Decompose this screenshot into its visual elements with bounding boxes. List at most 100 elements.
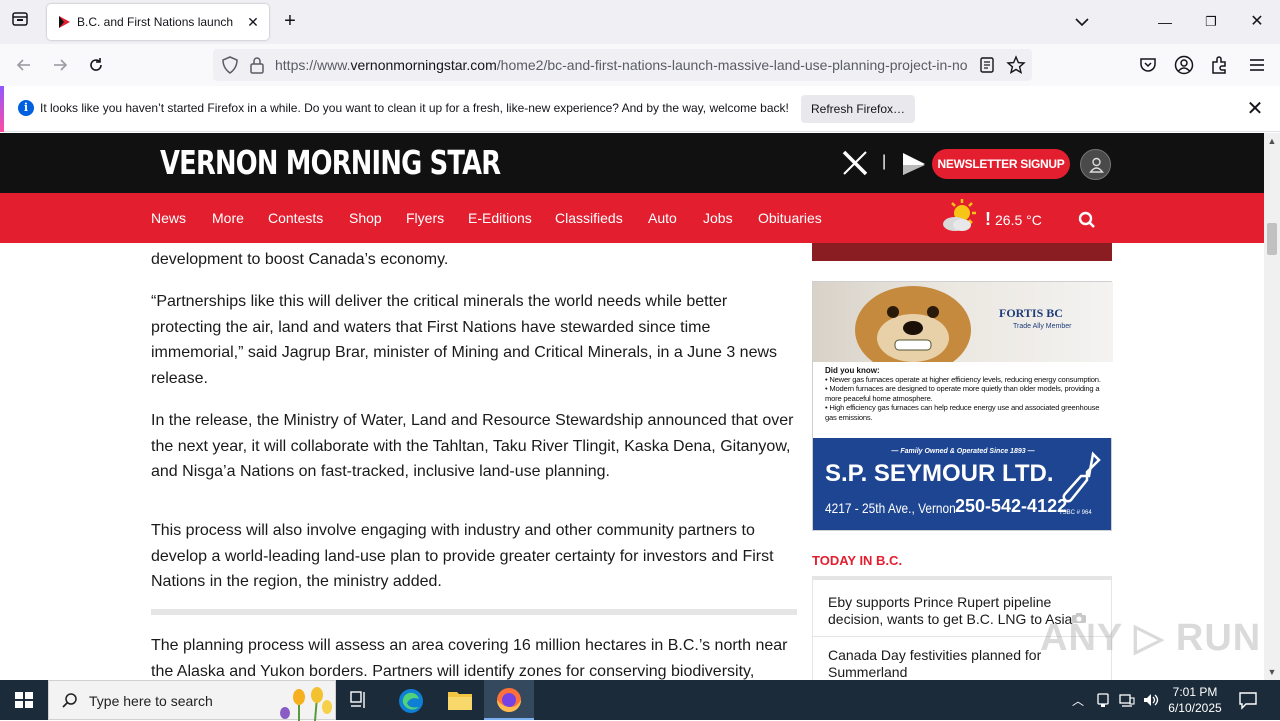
- task-view-icon[interactable]: [348, 689, 370, 711]
- newsletter-signup-button[interactable]: NEWSLETTER SIGNUP: [932, 149, 1070, 179]
- firefox-taskbar-button[interactable]: [484, 680, 534, 720]
- tab-title: B.C. and First Nations launch massive la…: [77, 15, 237, 29]
- system-clock[interactable]: 7:01 PM 6/10/2025: [1160, 684, 1230, 716]
- nav-classifieds[interactable]: Classifieds: [555, 210, 623, 226]
- extensions-puzzle-icon[interactable]: [1209, 54, 1231, 76]
- volume-icon[interactable]: [1142, 692, 1160, 708]
- action-center-icon[interactable]: [1238, 690, 1258, 710]
- minimize-button[interactable]: —: [1150, 10, 1180, 34]
- article-paragraph: In the release, the Ministry of Water, L…: [151, 412, 794, 481]
- social-separator: |: [882, 153, 887, 170]
- lock-icon[interactable]: [249, 56, 265, 74]
- url-text[interactable]: https://www.vernonmorningstar.com/home2/…: [275, 57, 975, 73]
- ad-bullet: • High efficiency gas furnaces can help …: [825, 403, 1100, 422]
- edge-browser-icon[interactable]: [397, 687, 425, 715]
- nav-shop[interactable]: Shop: [349, 210, 382, 226]
- ad-dog-photo: FORTIS BC Trade Ally Member: [813, 282, 1113, 362]
- ad-company-name: S.P. SEYMOUR LTD.: [825, 460, 1054, 487]
- nav-auto[interactable]: Auto: [648, 210, 677, 226]
- taskbar-search-box[interactable]: Type here to search: [48, 680, 336, 721]
- advertisement[interactable]: FORTIS BC Trade Ally Member Did you know…: [812, 281, 1113, 531]
- ad-bullet: • Newer gas furnaces operate at higher e…: [825, 375, 1101, 384]
- notification-accent: [0, 86, 4, 132]
- scroll-up-arrow-icon[interactable]: ▲: [1264, 133, 1280, 149]
- article-paragraph: This process will also involve engaging …: [151, 522, 774, 591]
- x-twitter-icon[interactable]: [841, 149, 869, 177]
- site-favicon-icon: [59, 16, 70, 28]
- ad-company-banner: — Family Owned & Operated Since 1893 — S…: [813, 438, 1111, 530]
- bookmark-star-icon[interactable]: [1006, 55, 1026, 75]
- temperature-value: 26.5 °C: [995, 212, 1042, 228]
- ad-license: TSBC # 964: [1059, 510, 1092, 516]
- file-explorer-icon[interactable]: [446, 688, 474, 712]
- firefox-view-icon[interactable]: [8, 10, 32, 34]
- reload-button[interactable]: [82, 51, 110, 79]
- notification-text: It looks like you haven’t started Firefo…: [40, 101, 789, 115]
- nav-e-editions[interactable]: E-Editions: [468, 210, 532, 226]
- article-divider: [151, 609, 797, 615]
- dog-image-icon: [855, 286, 971, 362]
- flipboard-icon[interactable]: [901, 151, 927, 177]
- article-paragraph: “Partnerships like this will deliver the…: [151, 293, 778, 387]
- clock-time: 7:01 PM: [1172, 685, 1218, 699]
- restore-button[interactable]: ❐: [1196, 10, 1226, 34]
- tray-device-icon[interactable]: [1094, 692, 1112, 708]
- nav-obituaries[interactable]: Obituaries: [758, 210, 822, 226]
- tab-close-icon[interactable]: ✕: [243, 12, 263, 32]
- ad-address: 4217 - 25th Ave., Vernon: [825, 500, 956, 516]
- site-header: VERNON MORNING STAR | NEWSLETTER SIGNUP: [0, 133, 1264, 193]
- pocket-icon[interactable]: [1138, 55, 1158, 75]
- forward-button[interactable]: [46, 51, 74, 79]
- vertical-scrollbar[interactable]: ▲ ▼: [1264, 133, 1280, 680]
- nav-jobs[interactable]: Jobs: [703, 210, 733, 226]
- new-tab-button[interactable]: +: [279, 11, 301, 33]
- user-login-button[interactable]: [1080, 149, 1111, 180]
- close-window-button[interactable]: ✕: [1242, 10, 1272, 34]
- nav-news[interactable]: News: [151, 210, 186, 226]
- ad-bullet: • Modern furnaces are designed to operat…: [825, 384, 1100, 403]
- nav-more[interactable]: More: [212, 210, 244, 226]
- weather-alert-mark: !: [985, 209, 991, 229]
- site-nav: News More Contests Shop Flyers E-Edition…: [0, 193, 1264, 243]
- tab-strip: B.C. and First Nations launch massive la…: [0, 0, 1280, 44]
- nav-contests[interactable]: Contests: [268, 210, 323, 226]
- wrench-icon: [1062, 451, 1101, 503]
- page-content: development to boost Canada’s economy. “…: [0, 243, 1264, 680]
- close-icon[interactable]: ✕: [1244, 98, 1266, 120]
- refresh-firefox-button[interactable]: Refresh Firefox…: [801, 95, 915, 123]
- fortis-name: FORTIS BC: [999, 306, 1063, 320]
- show-hidden-icons-icon[interactable]: ︿: [1070, 692, 1086, 708]
- reader-view-icon[interactable]: [979, 57, 995, 73]
- clock-date: 6/10/2025: [1168, 701, 1222, 715]
- network-icon[interactable]: [1118, 692, 1136, 708]
- scroll-down-arrow-icon[interactable]: ▼: [1264, 664, 1280, 680]
- nav-flyers[interactable]: Flyers: [406, 210, 444, 226]
- firefox-icon: [497, 688, 521, 712]
- hamburger-menu-icon[interactable]: [1246, 54, 1268, 76]
- article-paragraph: development to boost Canada’s economy.: [151, 251, 449, 268]
- ad-phone: 250-542-4122: [955, 496, 1068, 516]
- active-tab[interactable]: B.C. and First Nations launch massive la…: [47, 4, 269, 40]
- site-logo[interactable]: VERNON MORNING STAR: [160, 143, 501, 182]
- back-button[interactable]: [10, 51, 38, 79]
- partly-sunny-weather-icon[interactable]: [940, 198, 980, 236]
- tracking-protection-shield-icon[interactable]: [221, 56, 239, 74]
- tulips-icon: [280, 687, 332, 721]
- ad-did-you-know: Did you know:: [825, 366, 880, 375]
- anyrun-watermark: ANY ▷ RUN: [1040, 617, 1262, 659]
- windows-start-icon[interactable]: [0, 680, 48, 720]
- navigation-toolbar: https://www.vernonmorningstar.com/home2/…: [0, 44, 1280, 86]
- list-all-tabs-icon[interactable]: [1072, 12, 1092, 32]
- today-in-bc-heading: TODAY IN B.C.: [812, 553, 903, 568]
- account-icon[interactable]: [1173, 54, 1195, 76]
- ad-banner-top[interactable]: [812, 243, 1112, 261]
- url-bar[interactable]: https://www.vernonmorningstar.com/home2/…: [213, 49, 1032, 81]
- user-icon: [1089, 157, 1104, 173]
- search-icon[interactable]: [1078, 211, 1096, 229]
- search-icon: [62, 693, 77, 708]
- taskbar-search-placeholder: Type here to search: [89, 693, 213, 709]
- windows-taskbar: Type here to search ︿ 7:01 PM 6/10/2025: [0, 680, 1280, 721]
- scroll-thumb[interactable]: [1267, 223, 1277, 255]
- fortis-logo: FORTIS BC Trade Ally Member: [999, 306, 1099, 330]
- weather-temperature[interactable]: ! 26.5 °C: [985, 209, 1042, 230]
